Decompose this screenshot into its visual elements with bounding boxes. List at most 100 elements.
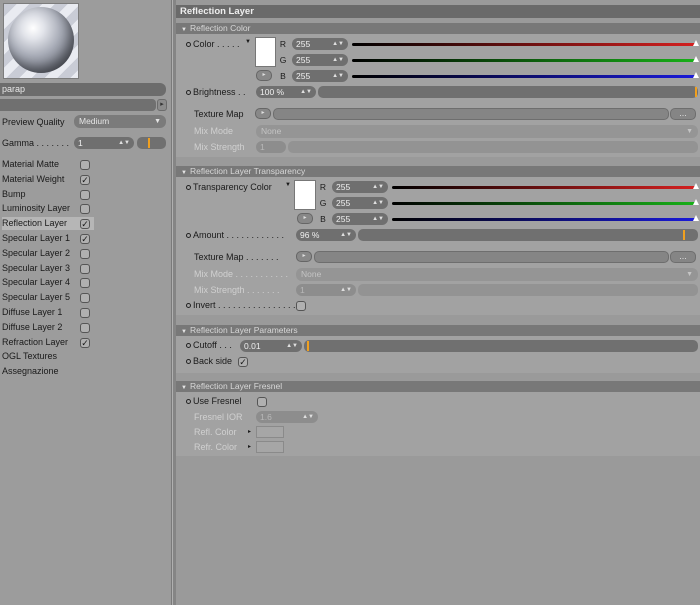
refr-color-arrow-icon[interactable]: ▸	[248, 443, 251, 450]
r-input[interactable]: 255 ▲▼	[292, 38, 348, 50]
refl-color-arrow-icon[interactable]: ▸	[248, 428, 251, 435]
texture-browse-button[interactable]: ...	[670, 108, 696, 120]
channel-checkbox[interactable]	[80, 293, 90, 304]
slider-handle-icon[interactable]	[693, 40, 699, 46]
cutoff-slider-handle[interactable]	[306, 341, 309, 351]
channel-checkbox[interactable]: ✓	[80, 174, 90, 185]
brightness-slider-handle[interactable]	[695, 87, 697, 97]
amount-input[interactable]: 96 % ▲▼	[296, 229, 356, 241]
refl-color-swatch[interactable]	[256, 426, 284, 438]
channel-checkbox[interactable]	[80, 204, 90, 215]
b-slider[interactable]	[392, 215, 699, 221]
reflection-color-swatch[interactable]	[255, 37, 276, 67]
material-filter-field[interactable]	[0, 99, 156, 111]
section-parameters-header[interactable]: ▼ Reflection Layer Parameters	[176, 325, 700, 336]
use-fresnel-checkbox[interactable]	[257, 397, 267, 407]
mix-mode-select[interactable]: None ▼	[256, 125, 698, 138]
animate-dot-icon[interactable]	[186, 90, 191, 95]
channel-item[interactable]: Assegnazione	[2, 365, 59, 378]
channel-item[interactable]: OGL Textures	[2, 350, 57, 363]
slider-handle-icon[interactable]	[693, 72, 699, 78]
refr-color-swatch[interactable]	[256, 441, 284, 453]
animate-dot-icon[interactable]	[186, 359, 191, 364]
channel-item[interactable]: Bump	[2, 188, 26, 201]
animate-dot-icon[interactable]	[186, 42, 191, 47]
transparency-color-swatch[interactable]	[294, 180, 316, 210]
material-preview[interactable]	[3, 3, 79, 79]
texture-map-button[interactable]	[273, 108, 669, 120]
r-slider[interactable]	[392, 183, 699, 189]
slider-handle-icon[interactable]	[693, 56, 699, 62]
channel-checkbox[interactable]: ✓	[80, 337, 90, 348]
fresnel-ior-input[interactable]: 1.6 ▲▼	[256, 411, 318, 423]
section-fresnel-header[interactable]: ▼ Reflection Layer Fresnel	[176, 381, 700, 392]
slider-handle-icon[interactable]	[693, 199, 699, 205]
brightness-input[interactable]: 100 % ▲▼	[256, 86, 316, 98]
channel-checkbox[interactable]	[80, 189, 90, 200]
texture-browse-button[interactable]: ...	[670, 251, 696, 263]
section-transparency-header[interactable]: ▼ Reflection Layer Transparency	[176, 166, 700, 177]
channel-checkbox[interactable]	[80, 322, 90, 333]
back-side-checkbox[interactable]: ✓	[238, 357, 248, 367]
channel-checkbox[interactable]	[80, 263, 90, 274]
g-input[interactable]: 255 ▲▼	[292, 54, 348, 66]
color-dropdown-icon[interactable]: ▼	[245, 39, 251, 45]
texture-arrow-icon[interactable]: ▸	[296, 251, 312, 262]
channel-checkbox[interactable]	[80, 160, 90, 170]
channel-item[interactable]: Specular Layer 1	[2, 232, 70, 245]
texture-map-button[interactable]	[314, 251, 669, 263]
channel-item[interactable]: Refraction Layer	[2, 336, 68, 349]
g-slider[interactable]	[352, 56, 699, 62]
channel-checkbox[interactable]	[80, 308, 90, 318]
channel-item[interactable]: Diffuse Layer 1	[2, 306, 62, 319]
channel-item[interactable]: Specular Layer 2	[2, 247, 70, 260]
mix-strength-slider[interactable]	[358, 284, 698, 296]
texture-arrow-icon[interactable]: ▸	[255, 108, 271, 119]
animate-dot-icon[interactable]	[186, 233, 191, 238]
channel-item[interactable]: Material Matte	[2, 158, 59, 171]
gamma-slider[interactable]	[137, 137, 166, 149]
gamma-input[interactable]: 1 ▲▼	[74, 137, 134, 149]
animate-dot-icon[interactable]	[186, 185, 191, 190]
r-slider[interactable]	[352, 40, 699, 46]
color-dropdown-icon[interactable]: ▼	[285, 182, 291, 188]
mix-strength-slider[interactable]	[288, 141, 698, 153]
channel-checkbox[interactable]: ✓	[80, 234, 90, 244]
channel-item[interactable]: Specular Layer 4	[2, 276, 70, 289]
g-slider[interactable]	[392, 199, 699, 205]
gamma-slider-handle[interactable]	[148, 138, 150, 148]
channel-item[interactable]: Diffuse Layer 2	[2, 321, 62, 334]
preview-quality-select[interactable]: Medium ▼	[74, 115, 166, 128]
b-input[interactable]: 255 ▲▼	[292, 70, 348, 82]
animate-dot-icon[interactable]	[186, 303, 191, 308]
channel-checkbox[interactable]	[80, 248, 90, 259]
mix-mode-select[interactable]: None ▼	[296, 268, 698, 281]
amount-slider-handle[interactable]	[683, 230, 686, 240]
mix-strength-input[interactable]: 1 ▲▼	[296, 284, 356, 296]
animate-dot-icon[interactable]	[186, 343, 191, 348]
b-input[interactable]: 255 ▲▼	[332, 213, 388, 225]
color-picker-arrow-icon[interactable]: ▸	[297, 213, 313, 224]
color-picker-arrow-icon[interactable]: ▸	[256, 70, 272, 81]
mix-strength-input[interactable]: 1	[256, 141, 286, 153]
animate-dot-icon[interactable]	[186, 399, 191, 404]
slider-handle-icon[interactable]	[693, 215, 699, 221]
g-input[interactable]: 255 ▲▼	[332, 197, 388, 209]
slider-handle-icon[interactable]	[693, 183, 699, 189]
channel-checkbox[interactable]	[80, 278, 90, 289]
channel-item[interactable]: Material Weight	[2, 173, 64, 186]
cutoff-slider[interactable]	[304, 340, 698, 352]
amount-slider[interactable]	[358, 229, 698, 241]
invert-checkbox[interactable]	[296, 301, 306, 311]
channel-item[interactable]: Luminosity Layer	[2, 202, 70, 215]
channel-item[interactable]: Specular Layer 3	[2, 262, 70, 275]
expand-arrow-icon[interactable]: ▸	[157, 99, 167, 111]
r-input[interactable]: 255 ▲▼	[332, 181, 388, 193]
b-slider[interactable]	[352, 72, 699, 78]
section-reflection-color-header[interactable]: ▼ Reflection Color	[176, 23, 700, 34]
material-name-field[interactable]: parap	[0, 83, 166, 96]
brightness-slider[interactable]	[318, 86, 698, 98]
channel-checkbox[interactable]: ✓	[80, 219, 90, 230]
cutoff-input[interactable]: 0.01 ▲▼	[240, 340, 302, 352]
channel-item[interactable]: Specular Layer 5	[2, 291, 70, 304]
